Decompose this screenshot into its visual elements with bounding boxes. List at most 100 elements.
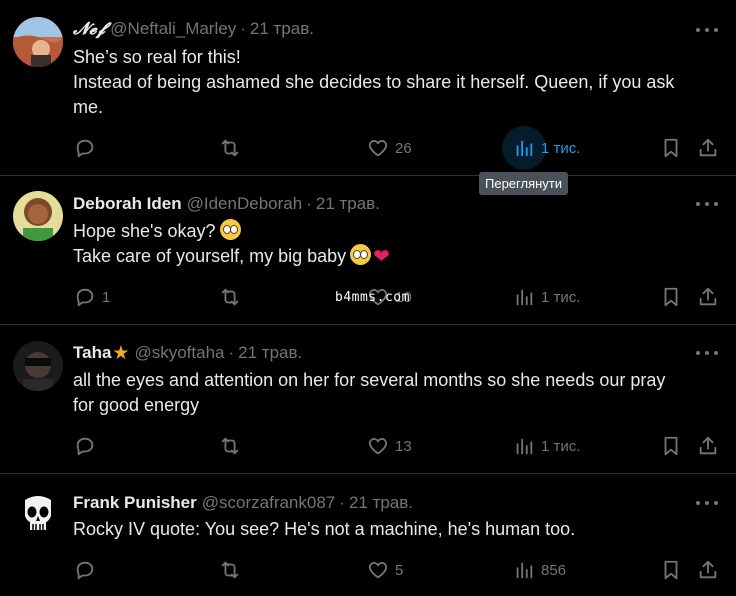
views-count: 1 тис. [541, 139, 581, 157]
reply-button[interactable]: 1 [74, 282, 110, 312]
like-count: 5 [395, 561, 404, 579]
more-icon[interactable] [696, 20, 718, 40]
tweet-text-line: She’s so real for this! [73, 47, 241, 67]
tweet-text-line: me. [73, 97, 104, 117]
tweet-text-line: Take care of yourself, my big baby [73, 246, 347, 266]
bookmark-button[interactable] [660, 555, 682, 585]
author-name[interactable]: Frank Punisher [73, 493, 197, 513]
share-button[interactable] [697, 431, 719, 461]
tweet-text-line: Hope she's okay? [73, 221, 216, 241]
retweet-button[interactable] [219, 133, 247, 163]
share-icon [699, 138, 717, 157]
like-button[interactable]: 5 [367, 555, 403, 585]
avatar[interactable] [13, 191, 63, 241]
bookmark-icon [664, 138, 678, 158]
share-icon [699, 436, 717, 455]
tweet-actions: 26 1 тис. [0, 126, 736, 170]
like-icon [368, 140, 388, 157]
like-button[interactable]: 26 [367, 133, 412, 163]
share-button[interactable] [697, 133, 719, 163]
avatar[interactable] [13, 17, 63, 67]
author-name[interactable]: 𝓝𝓮𝓯 [73, 19, 105, 39]
views-icon [516, 140, 533, 157]
reply-icon [76, 437, 94, 456]
like-button[interactable]: 13 [367, 431, 412, 461]
author-name[interactable]: Taha [73, 343, 111, 363]
share-button[interactable] [697, 555, 719, 585]
separator-dot: · [339, 493, 345, 512]
tweet[interactable]: Taha ★ @skyoftaha · 21 трав. all the eye… [0, 325, 736, 474]
like-icon [368, 562, 388, 579]
reply-button[interactable] [74, 431, 102, 461]
views-button[interactable]: 1 тис. [513, 133, 580, 163]
tweet-actions: 13 1 тис. [0, 431, 736, 461]
tweet-text: She’s so real for this! Instead of being… [73, 45, 716, 120]
tweet-text-line: Rocky IV quote: You see? He's not a mach… [73, 519, 576, 539]
retweet-icon [221, 288, 239, 306]
views-count: 1 тис. [541, 288, 581, 306]
tweet-text: all the eyes and attention on her for se… [73, 368, 716, 418]
retweet-button[interactable] [219, 282, 247, 312]
avatar[interactable] [13, 341, 63, 391]
bookmark-button[interactable] [660, 282, 682, 312]
watermark-text: b4mms.com [335, 290, 410, 305]
tweet-text-line: all the eyes and attention on her for se… [73, 370, 666, 390]
separator-dot: · [306, 194, 312, 213]
bookmark-icon [664, 287, 678, 307]
tweet[interactable]: Frank Punisher @scorzafrank087 · 21 трав… [0, 474, 736, 596]
like-count: 13 [395, 437, 412, 455]
timestamp[interactable]: 21 трав. [349, 493, 413, 513]
views-count: 1 тис. [541, 437, 581, 455]
retweet-button[interactable] [219, 431, 247, 461]
bookmark-button[interactable] [660, 431, 682, 461]
pleading-face-emoji [350, 244, 372, 265]
views-icon [516, 438, 533, 455]
retweet-button[interactable] [219, 555, 247, 585]
pleading-face-emoji [219, 219, 241, 240]
timestamp[interactable]: 21 трав. [238, 343, 302, 363]
views-button[interactable]: 856 [513, 555, 566, 585]
views-icon [516, 562, 533, 579]
more-icon[interactable] [696, 493, 718, 513]
timestamp[interactable]: 21 трав. [316, 194, 380, 214]
author-name[interactable]: Deborah Iden [73, 194, 182, 214]
tweet-text: Hope she's okay? Take care of yourself, … [73, 219, 716, 270]
tweet[interactable]: 𝓝𝓮𝓯 @Neftali_Marley · 21 трав. She’s so … [0, 0, 736, 176]
reply-button[interactable] [74, 133, 102, 163]
retweet-icon [221, 437, 239, 455]
author-handle[interactable]: @skyoftaha [134, 343, 224, 363]
tweet-actions: 5 856 [0, 555, 736, 585]
reply-icon [76, 288, 94, 307]
share-icon [699, 560, 717, 579]
tweet-text-line: for good energy [73, 395, 200, 415]
author-handle[interactable]: @scorzafrank087 [202, 493, 336, 513]
views-button[interactable]: 1 тис. [513, 282, 580, 312]
bookmark-icon [664, 560, 678, 580]
views-button[interactable]: 1 тис. [513, 431, 580, 461]
share-button[interactable] [697, 282, 719, 312]
separator-dot: · [240, 19, 246, 38]
retweet-icon [221, 561, 239, 579]
share-icon [699, 287, 717, 306]
author-handle[interactable]: @Neftali_Marley [110, 19, 236, 39]
reply-icon [76, 139, 94, 158]
more-icon[interactable] [696, 343, 718, 363]
bookmark-button[interactable] [660, 133, 682, 163]
reply-button[interactable] [74, 555, 102, 585]
star-icon: ★ [112, 342, 130, 364]
red-heart-emoji: ❤ [373, 246, 390, 268]
tweet-text-line: Instead of being ashamed she decides to … [73, 72, 675, 92]
timestamp[interactable]: 21 трав. [250, 19, 314, 39]
more-icon[interactable] [696, 194, 718, 214]
like-icon [368, 438, 388, 455]
avatar[interactable] [13, 490, 63, 540]
reply-count: 1 [102, 288, 111, 306]
retweet-icon [221, 139, 239, 157]
reply-icon [76, 561, 94, 580]
separator-dot: · [228, 343, 235, 362]
bookmark-icon [664, 436, 678, 456]
views-count: 856 [541, 561, 567, 579]
author-handle[interactable]: @IdenDeborah [187, 194, 303, 214]
like-count: 26 [395, 139, 412, 157]
views-icon [516, 289, 533, 306]
